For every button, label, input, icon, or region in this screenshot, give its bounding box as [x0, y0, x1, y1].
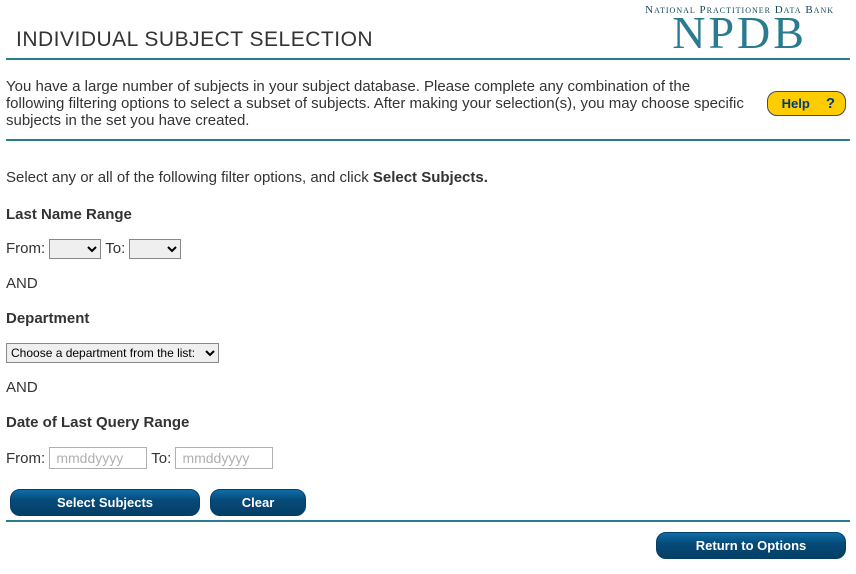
- department-label: Department: [6, 310, 850, 327]
- department-select[interactable]: Choose a department from the list:: [6, 343, 219, 363]
- instruction-bold: Select Subjects.: [373, 169, 488, 186]
- and-separator: AND: [6, 379, 850, 396]
- lastname-range-label: Last Name Range: [6, 206, 850, 223]
- select-subjects-button[interactable]: Select Subjects: [10, 489, 200, 516]
- brand-acronym: NPDB: [645, 10, 834, 56]
- help-icon: ?: [826, 95, 835, 112]
- lastname-to-select[interactable]: [129, 239, 181, 259]
- clear-button[interactable]: Clear: [210, 489, 306, 516]
- help-label: Help: [782, 96, 810, 111]
- lastquery-from-label: From:: [6, 450, 45, 467]
- lastquery-range-label: Date of Last Query Range: [6, 414, 850, 431]
- instruction-prefix: Select any or all of the following filte…: [6, 169, 373, 186]
- and-separator: AND: [6, 275, 850, 292]
- lastname-from-select[interactable]: [49, 239, 101, 259]
- brand-logo: National Practitioner Data Bank NPDB: [645, 4, 850, 56]
- return-to-options-button[interactable]: Return to Options: [656, 532, 846, 559]
- lastname-to-label: To:: [105, 240, 125, 257]
- lastquery-range-row: From: To:: [6, 447, 850, 469]
- instruction-text: Select any or all of the following filte…: [6, 169, 850, 186]
- lastquery-from-input[interactable]: [49, 447, 147, 469]
- intro-text: You have a large number of subjects in y…: [6, 78, 747, 129]
- help-button[interactable]: Help ?: [767, 91, 846, 116]
- lastname-range-row: From: To:: [6, 239, 850, 259]
- lastname-from-label: From:: [6, 240, 45, 257]
- page-title: INDIVIDUAL SUBJECT SELECTION: [16, 28, 373, 52]
- lastquery-to-input[interactable]: [175, 447, 273, 469]
- lastquery-to-label: To:: [151, 450, 171, 467]
